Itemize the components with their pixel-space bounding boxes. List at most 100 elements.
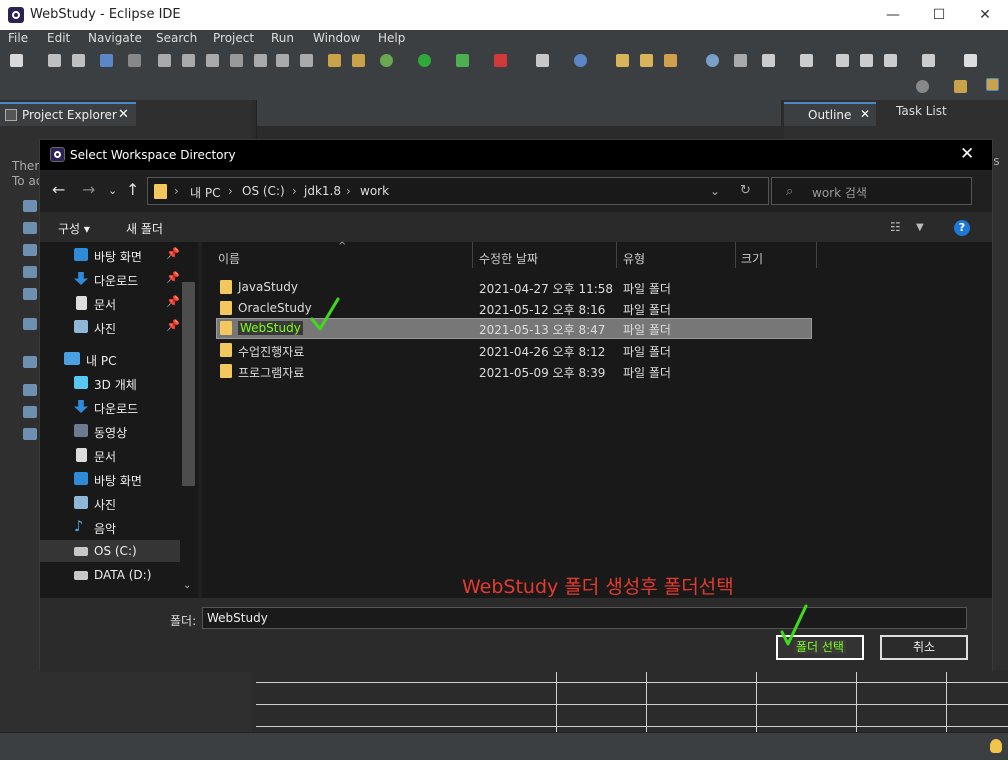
new-icon[interactable]: [10, 54, 23, 67]
file-row[interactable]: 수업진행자료 2021-04-26 오후 8:12 파일 폴더: [216, 340, 812, 360]
open-task-icon[interactable]: [640, 54, 653, 67]
search-box[interactable]: ⌕ work 검색: [771, 177, 972, 205]
refresh-icon[interactable]: ↻: [740, 183, 751, 198]
next-annotation-icon[interactable]: [860, 54, 873, 67]
skip-breakpoints-icon[interactable]: [128, 54, 141, 67]
menu-run[interactable]: Run: [271, 31, 294, 45]
nav-item-documents-pc[interactable]: 문서: [40, 444, 198, 466]
nav-item-music[interactable]: ♪ 음악: [40, 516, 198, 538]
chevron-down-icon[interactable]: ▼: [916, 222, 924, 233]
step-over-icon[interactable]: [276, 54, 289, 67]
nav-item-pictures-pc[interactable]: 사진: [40, 492, 198, 514]
open-type-icon[interactable]: [616, 54, 629, 67]
disconnect-icon[interactable]: [230, 54, 243, 67]
menu-project[interactable]: Project: [213, 31, 254, 45]
nav-item-desktop-pc[interactable]: 바탕 화면: [40, 468, 198, 490]
nav-scrollbar[interactable]: ⌄: [180, 242, 198, 598]
search-icon[interactable]: [916, 80, 929, 93]
project-link-icon[interactable]: [23, 244, 37, 256]
file-row-selected[interactable]: WebStudy 2021-05-13 오후 8:47 파일 폴더: [216, 318, 812, 339]
dialog-close-button[interactable]: ✕: [960, 144, 974, 164]
open-perspective-icon[interactable]: [964, 54, 977, 67]
nav-item-3d-objects[interactable]: 3D 개체: [40, 372, 198, 394]
menu-navigate[interactable]: Navigate: [88, 31, 142, 45]
perspective-icon[interactable]: [954, 80, 967, 93]
annotation-icon[interactable]: [734, 54, 747, 67]
save-all-icon[interactable]: [72, 54, 85, 67]
menu-help[interactable]: Help: [378, 31, 405, 45]
last-edit-icon[interactable]: [800, 54, 813, 67]
nav-item-videos[interactable]: 동영상: [40, 420, 198, 442]
cancel-button[interactable]: 취소: [880, 635, 968, 660]
column-separator[interactable]: [735, 242, 736, 268]
forward-icon[interactable]: [922, 54, 935, 67]
breadcrumb-item[interactable]: jdk1.8: [304, 184, 341, 198]
back-icon[interactable]: [884, 54, 897, 67]
external-tools-icon[interactable]: [494, 54, 507, 67]
tab-project-explorer[interactable]: Project Explorer ✕: [0, 102, 136, 126]
maximize-button[interactable]: ☐: [916, 0, 962, 30]
nav-item-this-pc[interactable]: 내 PC: [40, 348, 198, 370]
view-options-icon[interactable]: ☷: [890, 220, 901, 234]
menu-file[interactable]: File: [8, 31, 28, 45]
close-window-button[interactable]: ✕: [962, 0, 1008, 30]
folder-name-input[interactable]: WebStudy: [202, 607, 967, 629]
tab-task-list[interactable]: Task List: [880, 104, 947, 118]
nav-item-downloads-pc[interactable]: 다운로드: [40, 396, 198, 418]
address-bar[interactable]: › 내 PC › OS (C:) › jdk1.8 › work ⌄ ↻: [147, 177, 769, 205]
java-perspective-icon[interactable]: [986, 78, 999, 91]
terminal-icon[interactable]: [100, 54, 113, 67]
organize-button[interactable]: 구성 ▾: [58, 220, 90, 237]
column-header-name[interactable]: 이름: [218, 250, 240, 267]
use-step-filters-icon[interactable]: [352, 54, 365, 67]
save-icon[interactable]: [48, 54, 61, 67]
project-link-icon[interactable]: [23, 288, 37, 300]
file-row[interactable]: JavaStudy 2021-04-27 오후 11:58 파일 폴더: [216, 277, 812, 297]
project-link-icon[interactable]: [23, 266, 37, 278]
nav-item-documents[interactable]: 문서 📌: [40, 292, 198, 314]
file-row[interactable]: 프로그램자료 2021-05-09 오후 8:39 파일 폴더: [216, 361, 812, 381]
column-header-type[interactable]: 유형: [623, 250, 645, 267]
project-link-icon[interactable]: [23, 356, 37, 368]
nav-item-downloads[interactable]: 다운로드 📌: [40, 268, 198, 290]
tab-outline[interactable]: Outline ✕: [784, 102, 876, 126]
breadcrumb-item[interactable]: OS (C:): [242, 184, 285, 198]
run-icon[interactable]: [418, 54, 431, 67]
breadcrumb-item[interactable]: work: [360, 184, 389, 198]
forward-arrow-icon[interactable]: →: [82, 180, 95, 199]
file-row[interactable]: OracleStudy 2021-05-12 오후 8:16 파일 폴더: [216, 298, 812, 318]
drop-to-frame-icon[interactable]: [328, 54, 341, 67]
breadcrumb-item[interactable]: 내 PC: [190, 184, 220, 201]
column-separator[interactable]: [816, 242, 817, 268]
chevron-down-icon[interactable]: ⌄: [710, 184, 720, 198]
debug-icon[interactable]: [380, 54, 393, 67]
close-icon[interactable]: ✕: [118, 107, 129, 122]
column-header-modified[interactable]: 수정한 날짜: [479, 250, 538, 267]
menu-edit[interactable]: Edit: [47, 31, 70, 45]
scrollbar-thumb[interactable]: [182, 282, 195, 486]
project-link-icon[interactable]: [23, 384, 37, 396]
coverage-icon[interactable]: [456, 54, 469, 67]
scroll-down-icon[interactable]: ⌄: [183, 580, 191, 591]
web-browser-icon[interactable]: [706, 54, 719, 67]
new-folder-button[interactable]: 새 폴더: [126, 220, 163, 237]
pin-editor-icon[interactable]: [762, 54, 775, 67]
new-server-icon[interactable]: [536, 54, 549, 67]
new-class-icon[interactable]: [574, 54, 587, 67]
prev-annotation-icon[interactable]: [836, 54, 849, 67]
suspend-icon[interactable]: [182, 54, 195, 67]
menu-window[interactable]: Window: [313, 31, 360, 45]
help-button[interactable]: ?: [954, 220, 970, 236]
project-link-icon[interactable]: [23, 222, 37, 234]
nav-item-data-d[interactable]: DATA (D:): [40, 564, 198, 586]
project-link-icon[interactable]: [23, 406, 37, 418]
nav-item-os-c[interactable]: OS (C:): [40, 540, 198, 562]
minimize-button[interactable]: —: [870, 0, 916, 30]
search-tool-icon[interactable]: [664, 54, 677, 67]
resume-icon[interactable]: [158, 54, 171, 67]
recent-dropdown-icon[interactable]: ⌄: [108, 184, 117, 197]
column-separator[interactable]: [616, 242, 617, 268]
menu-search[interactable]: Search: [156, 31, 197, 45]
back-arrow-icon[interactable]: ←: [52, 180, 65, 199]
step-into-icon[interactable]: [254, 54, 267, 67]
